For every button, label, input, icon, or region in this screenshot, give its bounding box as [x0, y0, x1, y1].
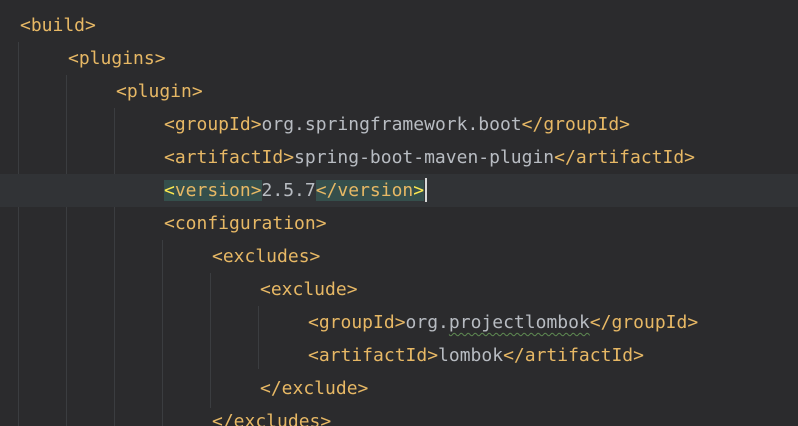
brace-match-close: > [413, 180, 425, 201]
xml-value: org.springframework.boot [261, 114, 522, 135]
xml-value: 2.5.7 [261, 180, 316, 201]
xml-tag: <excludes> [212, 246, 321, 267]
code-line[interactable]: </exclude> [0, 372, 798, 405]
xml-close-tag: </artifactId> [554, 147, 696, 168]
text-caret [425, 178, 428, 202]
xml-open-tag: <artifactId> [164, 147, 295, 168]
code-line[interactable]: <excludes> [0, 240, 798, 273]
xml-close-tag: </groupId> [589, 312, 699, 333]
xml-open-tag: <groupId> [308, 312, 406, 333]
xml-close-tag: </artifactId> [503, 345, 644, 366]
code-line[interactable]: </excludes> [0, 405, 798, 426]
xml-open-tag: version> [174, 180, 262, 201]
code-editor[interactable]: <build> <plugins> <plugin> <groupId>org.… [0, 0, 798, 426]
code-line[interactable]: <groupId>org.projectlombok</groupId> [0, 306, 798, 339]
xml-close-tag: </groupId> [521, 114, 631, 135]
code-line[interactable]: <artifactId>spring-boot-maven-plugin</ar… [0, 141, 798, 174]
code-line[interactable]: <groupId>org.springframework.boot</group… [0, 108, 798, 141]
code-line[interactable]: <plugin> [0, 75, 798, 108]
xml-close-tag: </version [315, 180, 414, 201]
current-code-line[interactable]: <version>2.5.7</version> [0, 174, 798, 207]
xml-open-tag: <artifactId> [308, 345, 439, 366]
xml-tag: <exclude> [260, 279, 358, 300]
xml-value: org. [405, 312, 449, 333]
code-line[interactable]: <plugins> [0, 42, 798, 75]
xml-tag: <configuration> [164, 213, 327, 234]
xml-value: lombok [438, 345, 504, 366]
xml-value: spring-boot-maven-plugin [294, 147, 555, 168]
xml-tag: <plugin> [116, 81, 203, 102]
xml-tag: <build> [20, 15, 96, 36]
brace-match-open: < [164, 180, 175, 201]
xml-tag: </exclude> [260, 378, 369, 399]
xml-tag: </excludes> [212, 411, 332, 426]
code-line[interactable]: <configuration> [0, 207, 798, 240]
xml-open-tag: <groupId> [164, 114, 262, 135]
xml-tag: <plugins> [68, 48, 166, 69]
spelling-warning[interactable]: projectlombok [449, 312, 590, 333]
code-line[interactable]: <build> [0, 9, 798, 42]
code-line[interactable]: <exclude> [0, 273, 798, 306]
code-line[interactable]: <artifactId>lombok</artifactId> [0, 339, 798, 372]
